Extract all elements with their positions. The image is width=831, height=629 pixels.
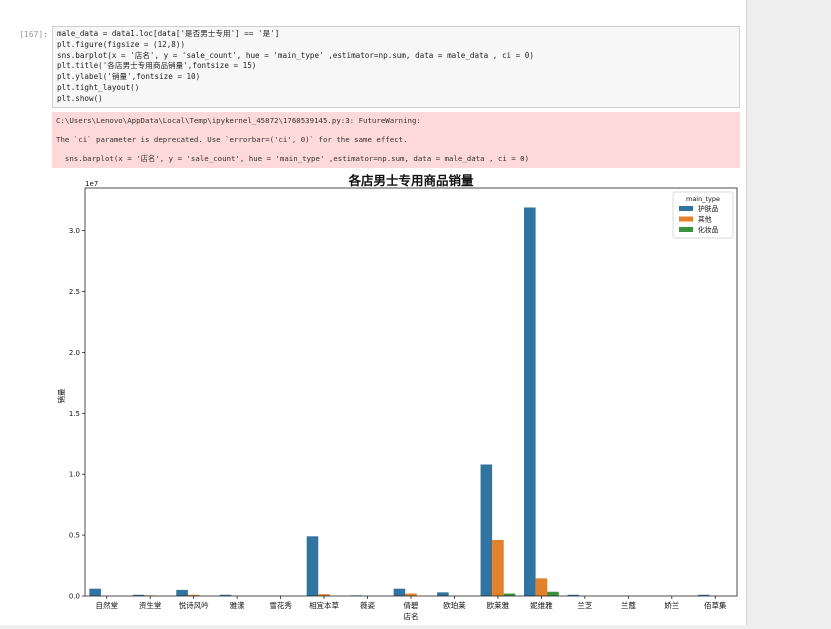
code-line: plt.ylabel('销量',fontsize = 10) (57, 72, 201, 82)
bar (535, 578, 548, 596)
bar (176, 589, 188, 596)
stderr-line: sns.barplot(x = '店名', y = 'sale_count', … (56, 154, 530, 164)
legend-label: 其他 (698, 215, 712, 224)
x-tick-label: 欧珀莱 (443, 600, 466, 610)
y-tick-label: 1.5 (69, 410, 80, 418)
x-tick-label: 雪花秀 (269, 600, 292, 610)
y-tick-label: 2.5 (69, 288, 80, 296)
code-line: plt.title('各店男士专用商品销量',fontsize = 15) (57, 61, 257, 71)
legend-swatch (679, 216, 693, 222)
bar (437, 592, 449, 596)
x-tick-label: 妮维雅 (530, 600, 553, 610)
code-line: plt.tight_layout() (57, 82, 140, 92)
y-tick-label: 0.5 (69, 532, 80, 540)
y-axis-label: 销量 (56, 388, 66, 403)
y-tick-label: 1.0 (69, 471, 80, 479)
code-line: male_data = data1.loc[data['是否男士专用'] == … (57, 29, 280, 38)
x-tick-label: 资生堂 (139, 600, 162, 610)
bar-chart: 各店男士专用商品销量 1e7 销量 店名 0.0 0.5 1.0 1.5 2.0 2.5 3… (56, 173, 738, 621)
bar (306, 536, 319, 596)
stderr-line: The `ci` parameter is deprecated. Use `e… (56, 135, 408, 145)
x-tick-label: 薇姿 (360, 600, 375, 610)
legend-swatch (679, 206, 693, 211)
legend-label: 护肤品 (698, 204, 719, 213)
x-tick-label: 倩碧 (404, 600, 419, 610)
code-line: plt.show() (57, 93, 103, 103)
plot-frame (84, 187, 738, 597)
y-tick-label: 3.0 (69, 227, 80, 235)
y-tick-label: 2.0 (69, 349, 80, 357)
x-tick-label: 雅漾 (230, 600, 245, 610)
bar (480, 464, 493, 596)
y-tick-label: 0.0 (69, 593, 80, 601)
x-tick-label: 自然堂 (95, 600, 118, 610)
bar (492, 539, 504, 596)
legend-swatch (679, 227, 693, 232)
legend-label: 化妆品 (698, 225, 719, 234)
x-axis-label: 店名 (404, 611, 419, 621)
legend-title: main_type (686, 195, 720, 203)
notebook-page: [167]: male_data = data1.loc[data['是否男士专… (0, 0, 746, 625)
bar (524, 207, 536, 597)
bar (393, 588, 406, 596)
bar (547, 591, 559, 596)
code-cell-editor[interactable]: male_data = data1.loc[data['是否男士专用'] == … (52, 26, 740, 108)
plot-output: 各店男士专用商品销量 1e7 销量 店名 0.0 0.5 1.0 1.5 2.0 2.5 3… (52, 172, 740, 625)
legend: main_type 护肤品其他化妆品 (672, 191, 734, 239)
stderr-output: C:\Users\Lenovo\AppData\Local\Temp\ipyke… (52, 112, 740, 168)
chart-title: 各店男士专用商品销量 (347, 173, 474, 188)
stderr-line: C:\Users\Lenovo\AppData\Local\Temp\ipyke… (56, 116, 421, 125)
right-gutter (746, 0, 831, 625)
bar (89, 588, 101, 596)
cell-prompt: [167]: (19, 30, 48, 39)
x-tick-label: 兰芝 (577, 600, 592, 610)
code-line: plt.figure(figsize = (12,8)) (57, 39, 186, 49)
x-tick-label: 悦诗风吟 (179, 600, 209, 610)
code-line: sns.barplot(x = '店名', y = 'sale_count', … (57, 50, 534, 60)
x-tick-label: 佰草集 (704, 600, 727, 610)
x-tick-label: 娇兰 (664, 600, 679, 610)
x-tick-label: 欧莱雅 (487, 600, 510, 610)
x-tick-label: 相宜本草 (309, 600, 339, 610)
x-tick-label: 兰蔻 (621, 600, 636, 610)
y-scale-label: 1e7 (85, 180, 98, 188)
